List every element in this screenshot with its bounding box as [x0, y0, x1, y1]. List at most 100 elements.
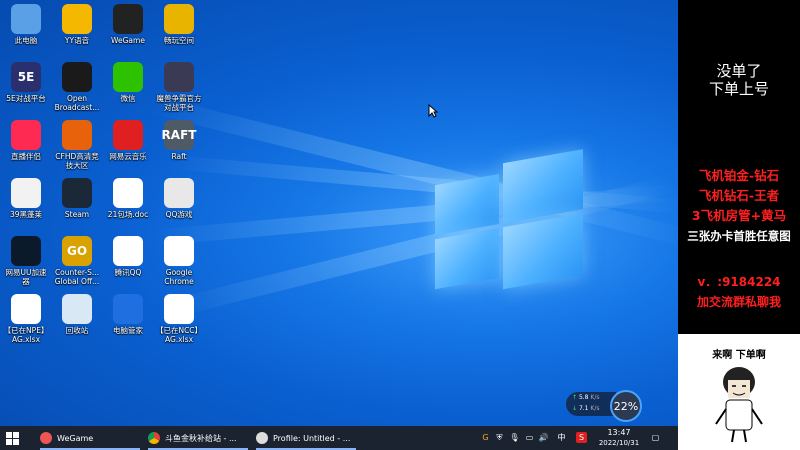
desktop-icon-label: 电脑管家	[113, 326, 143, 335]
desktop-icon[interactable]: 21包场.doc	[102, 178, 154, 219]
desktop-icon[interactable]: RAFT Raft	[153, 120, 205, 161]
volume-tray-icon[interactable]: 🔊	[538, 432, 549, 443]
desktop-icon[interactable]: WeGame	[102, 4, 154, 45]
service-line: 三张办卡首胜任意图	[687, 229, 791, 243]
notification-icon[interactable]: ▢	[650, 432, 661, 443]
service-line: 飞机钻石-王者	[698, 188, 780, 203]
contact-line: v．:9184224	[697, 275, 781, 289]
battery-tray-icon[interactable]: ▭	[524, 432, 535, 443]
steam-icon	[62, 178, 92, 208]
desktop-icon-label: 5E对战平台	[6, 94, 46, 103]
document-icon	[11, 178, 41, 208]
microphone-tray-icon[interactable]: 🎙	[509, 432, 520, 443]
desktop-icon-label: 回收站	[65, 326, 89, 335]
wegame-icon	[113, 4, 143, 34]
desktop-icon-label: 网易UU加速 器	[5, 268, 47, 286]
obs-icon	[62, 62, 92, 92]
excel-icon	[11, 294, 41, 324]
desktop-icon[interactable]: 【已在NCC】 AG.xlsx	[153, 294, 205, 344]
chrome-icon	[164, 236, 194, 266]
overlay-line: 下单上号	[708, 80, 769, 98]
windows-icon	[6, 431, 19, 445]
computer-icon	[11, 4, 41, 34]
desktop-icon-label: Open Broadcast...	[54, 94, 100, 112]
wechat-icon	[113, 62, 143, 92]
desktop[interactable]: 此电脑 YY语音 WeGame 畅玩空间 5E 5E对战平台 Open Broadcast.…	[0, 0, 678, 426]
desktop-icon[interactable]: 网易UU加速 器	[0, 236, 52, 286]
taskbar: WeGame 斗鱼金秋补给站 - ... Profile: Untitled -…	[0, 426, 678, 450]
contact-info: v．:9184224 加交流群私聊我	[678, 272, 800, 312]
recycle-bin-icon	[62, 294, 92, 324]
desktop-icon-label: WeGame	[111, 36, 145, 45]
taskbar-item-wegame[interactable]: WeGame	[40, 426, 93, 450]
obs-icon	[256, 432, 268, 444]
clock-date: 2022/10/31	[598, 439, 640, 447]
desktop-icon[interactable]: Open Broadcast...	[51, 62, 103, 112]
netease-music-icon	[113, 120, 143, 150]
desktop-icon-label: 微信	[120, 94, 136, 103]
service-list: 飞机铂金-钻石 飞机钻石-王者 3飞机房管+黄马 三张办卡首胜任意图	[678, 166, 800, 246]
no-orders-text: 没单了 下单上号	[678, 62, 800, 98]
desktop-icon-label: 【已在NPE】 AG.xlsx	[3, 326, 49, 344]
desktop-icon[interactable]: QQ游戏	[153, 178, 205, 219]
service-line: 3飞机房管+黄马	[691, 208, 787, 223]
clock-time: 13:47	[607, 428, 631, 437]
desktop-icon-label: 直播伴侣	[11, 152, 41, 161]
raft-icon: RAFT	[162, 120, 196, 150]
desktop-icon[interactable]: Steam	[51, 178, 103, 219]
5e-platform-icon: 5E	[11, 62, 41, 92]
desktop-icon-label: 网易云音乐	[109, 152, 147, 161]
wegame-tray-icon[interactable]: G	[480, 432, 491, 443]
desktop-icon-label: 21包场.doc	[107, 210, 149, 219]
desktop-icon[interactable]: 电脑管家	[102, 294, 154, 335]
desktop-icon[interactable]: 畅玩空间	[153, 4, 205, 45]
taskbar-item-obs[interactable]: Profile: Untitled - ...	[256, 426, 350, 450]
desktop-icon[interactable]: 腾讯QQ	[102, 236, 154, 277]
meme-face-icon	[715, 367, 763, 443]
network-speed-widget[interactable]: ↑ 5.8 K/s ↓ 7.1 K/s 22%	[566, 390, 644, 422]
yy-voice-icon	[62, 4, 92, 34]
clock[interactable]: 13:47 2022/10/31	[594, 428, 644, 448]
desktop-icon[interactable]: Google Chrome	[153, 236, 205, 286]
taskbar-item-label: Profile: Untitled - ...	[273, 433, 351, 443]
desktop-icon[interactable]: 回收站	[51, 294, 103, 335]
word-doc-icon	[113, 178, 143, 208]
stream-overlay-panel: 没单了 下单上号 飞机铂金-钻石 飞机钻石-王者 3飞机房管+黄马 三张办卡首胜…	[678, 0, 800, 450]
desktop-icon-label: 39黑蓬莱	[9, 210, 43, 219]
desktop-icon[interactable]: 微信	[102, 62, 154, 103]
taskbar-item-label: WeGame	[57, 433, 94, 443]
desktop-icon-label: Google Chrome	[164, 268, 194, 286]
wegame-icon	[40, 432, 52, 444]
service-line: 飞机铂金-钻石	[698, 168, 780, 183]
download-speed: ↓ 7.1 K/s	[572, 405, 600, 412]
desktop-icon[interactable]: GO Counter-S... Global Off...	[51, 236, 103, 286]
desktop-icon[interactable]: 【已在NPE】 AG.xlsx	[0, 294, 52, 344]
windows-logo	[435, 145, 585, 303]
start-button[interactable]	[6, 426, 19, 450]
desktop-icon-label: Counter-S... Global Off...	[54, 268, 100, 286]
shield-tray-icon[interactable]: ⛨	[494, 432, 505, 443]
desktop-icon[interactable]: 网易云音乐	[102, 120, 154, 161]
chrome-icon	[148, 432, 160, 444]
sogou-ime-icon[interactable]: S	[576, 432, 587, 443]
cfhd-icon	[62, 120, 92, 150]
desktop-icon[interactable]: 魔兽争霸官方 对战平台	[153, 62, 205, 112]
desktop-icon[interactable]: YY语音	[51, 4, 103, 45]
pc-manager-icon	[113, 294, 143, 324]
desktop-icon-label: 腾讯QQ	[114, 268, 142, 277]
desktop-icon[interactable]: CFHD高清竞 技大区	[51, 120, 103, 170]
desktop-icon-label: 畅玩空间	[164, 36, 194, 45]
csgo-icon: GO	[62, 236, 92, 266]
meme-panel: 来啊 下单啊	[678, 334, 800, 450]
game-space-icon	[164, 4, 194, 34]
desktop-icon-label: Steam	[64, 210, 90, 219]
taskbar-item-chrome[interactable]: 斗鱼金秋补给站 - ...	[148, 426, 237, 450]
desktop-icon[interactable]: 5E 5E对战平台	[0, 62, 52, 103]
overlay-line: 没单了	[716, 62, 762, 80]
usage-percent: 22%	[610, 390, 642, 422]
ime-indicator[interactable]: 中	[556, 432, 567, 443]
desktop-icon[interactable]: 直播伴侣	[0, 120, 52, 161]
desktop-icon-label: Raft	[171, 152, 187, 161]
desktop-icon[interactable]: 39黑蓬莱	[0, 178, 52, 219]
desktop-icon[interactable]: 此电脑	[0, 4, 52, 45]
